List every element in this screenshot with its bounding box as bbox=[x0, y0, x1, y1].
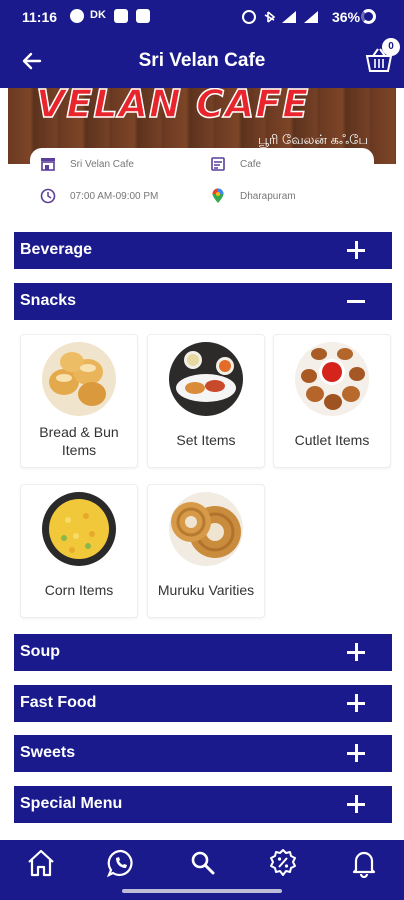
home-indicator[interactable] bbox=[122, 889, 282, 893]
item-name: Muruku Varities bbox=[157, 582, 255, 598]
bread-bun-image bbox=[42, 342, 116, 416]
info-name: Sri Velan Cafe bbox=[40, 156, 134, 172]
cart-count-badge: 0 bbox=[382, 38, 400, 56]
map-pin-icon bbox=[212, 188, 224, 203]
category-icon bbox=[211, 157, 225, 171]
category-label: Snacks bbox=[20, 292, 77, 309]
whatsapp-icon[interactable] bbox=[106, 848, 136, 878]
item-card-cutlet[interactable]: Cutlet Items bbox=[273, 334, 391, 468]
info-location[interactable]: Dharapuram bbox=[210, 188, 296, 204]
plus-icon[interactable] bbox=[346, 693, 366, 713]
status-icons bbox=[242, 10, 318, 24]
notifications-icon[interactable] bbox=[349, 848, 379, 878]
item-name: Cutlet Items bbox=[294, 432, 370, 448]
category-snacks[interactable]: Snacks bbox=[14, 283, 392, 320]
info-hours-text: 07:00 AM-09:00 PM bbox=[70, 190, 159, 202]
cutlet-image bbox=[295, 342, 369, 416]
category-beverage[interactable]: Beverage bbox=[14, 232, 392, 269]
status-bar: 11:16 DK 36% bbox=[0, 0, 404, 34]
category-label: Special Menu bbox=[20, 795, 123, 812]
info-type: Cafe bbox=[210, 156, 261, 172]
battery-icon bbox=[361, 9, 376, 24]
page-title: Sri Velan Cafe bbox=[138, 50, 266, 71]
category-fast-food[interactable]: Fast Food bbox=[14, 685, 392, 722]
item-card-corn[interactable]: Corn Items bbox=[20, 484, 138, 618]
banner-logo-text: VELAN CAFE bbox=[35, 88, 310, 127]
set-items-image bbox=[169, 342, 243, 416]
plus-icon[interactable] bbox=[346, 794, 366, 814]
dk-icon: DK bbox=[90, 9, 106, 21]
home-icon[interactable] bbox=[26, 848, 56, 878]
item-name: Corn Items bbox=[44, 582, 114, 598]
plus-icon[interactable] bbox=[346, 642, 366, 662]
wifi-call-icon bbox=[282, 11, 296, 23]
plus-icon[interactable] bbox=[346, 743, 366, 763]
info-name-text: Sri Velan Cafe bbox=[70, 158, 134, 170]
app-bar: Sri Velan Cafe 0 bbox=[0, 34, 404, 88]
category-label: Fast Food bbox=[20, 694, 97, 711]
category-label: Sweets bbox=[20, 744, 76, 761]
alarm-icon bbox=[242, 10, 256, 24]
corn-image bbox=[42, 492, 116, 566]
category-label: Beverage bbox=[20, 241, 93, 258]
muruku-image bbox=[169, 492, 243, 566]
category-label: Soup bbox=[20, 643, 60, 660]
item-name-line: Items bbox=[61, 442, 97, 458]
clock-icon bbox=[40, 188, 56, 204]
item-name: Set Items bbox=[176, 432, 236, 448]
category-sweets[interactable]: Sweets bbox=[14, 735, 392, 772]
item-card-bread-bun[interactable]: Bread & Bun Items bbox=[20, 334, 138, 468]
offers-icon[interactable] bbox=[268, 848, 298, 878]
battery-percent: 36% bbox=[332, 9, 361, 25]
item-name-line: Bread & Bun bbox=[39, 424, 119, 440]
category-special-menu[interactable]: Special Menu bbox=[14, 786, 392, 823]
item-name: Bread & Bun Items bbox=[25, 423, 133, 459]
item-card-muruku[interactable]: Muruku Varities bbox=[147, 484, 265, 618]
item-card-set-items[interactable]: Set Items bbox=[147, 334, 265, 468]
status-time: 11:16 bbox=[22, 9, 58, 25]
info-hours: 07:00 AM-09:00 PM bbox=[40, 188, 158, 204]
signal-icon bbox=[304, 11, 318, 23]
bluetooth-icon bbox=[264, 11, 276, 23]
search-icon[interactable] bbox=[188, 848, 218, 878]
info-type-text: Cafe bbox=[240, 158, 262, 170]
plus-icon[interactable] bbox=[346, 240, 366, 260]
message-icon bbox=[70, 9, 84, 23]
info-location-text: Dharapuram bbox=[240, 190, 296, 202]
youtube-icon bbox=[114, 9, 128, 23]
cafe-info-card: Sri Velan Cafe Cafe 07:00 AM-09:00 PM Dh… bbox=[30, 148, 374, 220]
store-icon bbox=[41, 158, 55, 171]
banner-tamil-text: பூரி வேலன் கஃபே bbox=[258, 132, 369, 147]
minus-icon[interactable] bbox=[346, 291, 366, 311]
category-soup[interactable]: Soup bbox=[14, 634, 392, 671]
youtube-icon bbox=[136, 9, 150, 23]
